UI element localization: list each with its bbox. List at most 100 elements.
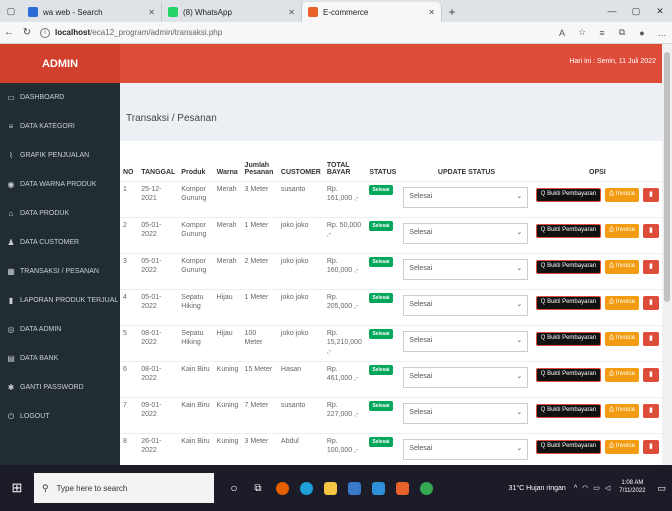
scrollbar-thumb[interactable] bbox=[664, 52, 670, 302]
status-select[interactable]: Selesai ⌄ bbox=[403, 294, 529, 316]
delete-button[interactable]: ▮ bbox=[642, 331, 659, 346]
delete-button[interactable]: ▮ bbox=[642, 223, 659, 238]
sidebar-item[interactable]: ▮ LAPORAN PRODUK TERJUAL bbox=[0, 286, 120, 315]
info-icon[interactable]: i bbox=[40, 27, 50, 38]
collections-icon[interactable]: ⧉ bbox=[612, 27, 632, 38]
bukti-pembayaran-button[interactable]: Q Bukti Pembayaran bbox=[535, 187, 602, 202]
minimize-icon[interactable]: — bbox=[600, 0, 624, 22]
cell-update-status: Selesai ⌄ bbox=[400, 288, 533, 325]
sidebar-item[interactable]: ◉ DATA WARNA PRODUK bbox=[0, 170, 120, 199]
delete-button[interactable]: ▮ bbox=[642, 367, 659, 382]
power-icon: ⏻ bbox=[7, 411, 15, 421]
bukti-pembayaran-button[interactable]: Q Bukti Pembayaran bbox=[535, 403, 602, 418]
invoice-button[interactable]: ⎙ Invoice bbox=[605, 295, 639, 310]
notification-icon[interactable]: ▭ bbox=[657, 483, 666, 494]
delete-button[interactable]: ▮ bbox=[642, 295, 659, 310]
sidebar-item[interactable]: ✱ GANTI PASSWORD bbox=[0, 373, 120, 402]
store-icon[interactable] bbox=[342, 465, 366, 511]
cell-jumlah: 1 Meter bbox=[241, 288, 278, 325]
edge-icon[interactable] bbox=[294, 465, 318, 511]
back-icon[interactable]: ← bbox=[0, 27, 18, 38]
bukti-pembayaran-button[interactable]: Q Bukti Pembayaran bbox=[535, 439, 602, 454]
delete-button[interactable]: ▮ bbox=[642, 187, 659, 202]
search-icon: ⚲ bbox=[42, 482, 49, 493]
sidebar-item[interactable]: ⏻ LOGOUT bbox=[0, 402, 120, 431]
browser-tab[interactable]: E-commerce ✕ bbox=[302, 2, 442, 22]
chrome-icon[interactable] bbox=[414, 465, 438, 511]
app-orange-icon[interactable] bbox=[390, 465, 414, 511]
cell-warna: Kuning bbox=[213, 360, 242, 397]
status-select[interactable]: Selesai ⌄ bbox=[403, 330, 529, 352]
weather-widget[interactable]: 31°C Hujan ringan bbox=[509, 485, 566, 492]
task-view-icon[interactable]: ⧉ bbox=[246, 465, 270, 511]
invoice-button[interactable]: ⎙ Invoice bbox=[605, 187, 639, 202]
invoice-button[interactable]: ⎙ Invoice bbox=[605, 367, 639, 382]
battery-icon[interactable]: ▭ bbox=[593, 484, 600, 492]
status-select[interactable]: Selesai ⌄ bbox=[403, 438, 529, 460]
reload-icon[interactable]: ↻ bbox=[18, 27, 36, 38]
tab-close-icon[interactable]: ✕ bbox=[148, 8, 155, 17]
windows-start-icon[interactable]: ⊞ bbox=[0, 465, 34, 511]
cell-customer: joko joko bbox=[277, 324, 324, 361]
delete-button[interactable]: ▮ bbox=[642, 403, 659, 418]
favorites-list-icon[interactable]: ≡ bbox=[592, 28, 612, 38]
cell-tanggal: 25-12-2021 bbox=[138, 180, 179, 217]
new-tab-button[interactable]: + bbox=[442, 2, 462, 22]
sidebar-item[interactable]: ▦ TRANSAKSI / PESANAN bbox=[0, 257, 120, 286]
bukti-pembayaran-button[interactable]: Q Bukti Pembayaran bbox=[535, 367, 602, 382]
status-select[interactable]: Selesai ⌄ bbox=[403, 258, 529, 280]
row-actions: Q Bukti Pembayaran ⎙ Invoice ▮ bbox=[535, 331, 659, 346]
sidebar-item[interactable]: ≡ DATA KATEGORI bbox=[0, 112, 120, 141]
taskbar-search[interactable]: ⚲ Type here to search bbox=[34, 473, 214, 503]
sidebar-item[interactable]: ⌂ DATA PRODUK bbox=[0, 199, 120, 228]
invoice-button[interactable]: ⎙ Invoice bbox=[605, 439, 639, 454]
invoice-button[interactable]: ⎙ Invoice bbox=[605, 223, 639, 238]
brand-logo[interactable]: ADMIN bbox=[0, 44, 120, 83]
sidebar-item[interactable]: ♟ DATA CUSTOMER bbox=[0, 228, 120, 257]
firefox-icon[interactable] bbox=[270, 465, 294, 511]
delete-button[interactable]: ▮ bbox=[642, 259, 659, 274]
window-menu-icon[interactable]: ▢ bbox=[0, 0, 22, 22]
invoice-button[interactable]: ⎙ Invoice bbox=[605, 259, 639, 274]
status-select[interactable]: Selesai ⌄ bbox=[403, 222, 529, 244]
sidebar-item[interactable]: ▤ DATA BANK bbox=[0, 344, 120, 373]
cortana-icon[interactable]: ○ bbox=[222, 465, 246, 511]
volume-icon[interactable]: ◁ bbox=[605, 484, 610, 492]
column-header: OPSI bbox=[589, 168, 606, 176]
explorer-icon[interactable] bbox=[318, 465, 342, 511]
tab-close-icon[interactable]: ✕ bbox=[428, 8, 435, 17]
table-row: 2 05-01-2022 Kompor Gunung Merah 1 Meter joko… bbox=[120, 216, 662, 253]
profile-icon[interactable]: ● bbox=[632, 28, 652, 38]
favorite-icon[interactable]: ☆ bbox=[572, 27, 592, 38]
more-icon[interactable]: … bbox=[652, 28, 672, 38]
close-icon[interactable]: ✕ bbox=[648, 0, 672, 22]
status-select[interactable]: Selesai ⌄ bbox=[403, 366, 529, 388]
read-aloud-icon[interactable]: A bbox=[552, 28, 572, 38]
bukti-pembayaran-button[interactable]: Q Bukti Pembayaran bbox=[535, 331, 602, 346]
clock[interactable]: 1:08 AM 7/11/2022 bbox=[619, 480, 645, 496]
date-info: Hari ini : Senin, 11 Juli 2022 bbox=[569, 58, 656, 65]
mail-icon[interactable] bbox=[366, 465, 390, 511]
sidebar-item-label: DATA CUSTOMER bbox=[20, 239, 80, 246]
bukti-pembayaran-button[interactable]: Q Bukti Pembayaran bbox=[535, 223, 602, 238]
browser-tab[interactable]: wa web - Search ✕ bbox=[22, 2, 162, 22]
sidebar-item[interactable]: ◎ DATA ADMIN bbox=[0, 315, 120, 344]
delete-button[interactable]: ▮ bbox=[642, 439, 659, 454]
url-field[interactable]: i localhost/eca12_program/admin/transaks… bbox=[36, 25, 552, 41]
row-actions: Q Bukti Pembayaran ⎙ Invoice ▮ bbox=[535, 367, 659, 382]
page-scrollbar[interactable] bbox=[662, 44, 672, 465]
tab-close-icon[interactable]: ✕ bbox=[288, 8, 295, 17]
cell-total: Rp. 15,210,000 ,- bbox=[323, 324, 367, 361]
bukti-pembayaran-button[interactable]: Q Bukti Pembayaran bbox=[535, 295, 602, 310]
sidebar-item[interactable]: ▭ DASHBOARD bbox=[0, 83, 120, 112]
network-icon[interactable]: ◠ bbox=[582, 484, 588, 492]
invoice-button[interactable]: ⎙ Invoice bbox=[605, 403, 639, 418]
status-select[interactable]: Selesai ⌄ bbox=[403, 402, 529, 424]
status-select[interactable]: Selesai ⌄ bbox=[403, 186, 529, 208]
bukti-pembayaran-button[interactable]: Q Bukti Pembayaran bbox=[535, 259, 602, 274]
tray-up-icon[interactable]: ^ bbox=[574, 485, 577, 492]
invoice-button[interactable]: ⎙ Invoice bbox=[605, 331, 639, 346]
sidebar-item[interactable]: ⌇ GRAFIK PENJUALAN bbox=[0, 141, 120, 170]
browser-tab[interactable]: (8) WhatsApp ✕ bbox=[162, 2, 302, 22]
maximize-icon[interactable]: ▢ bbox=[624, 0, 648, 22]
